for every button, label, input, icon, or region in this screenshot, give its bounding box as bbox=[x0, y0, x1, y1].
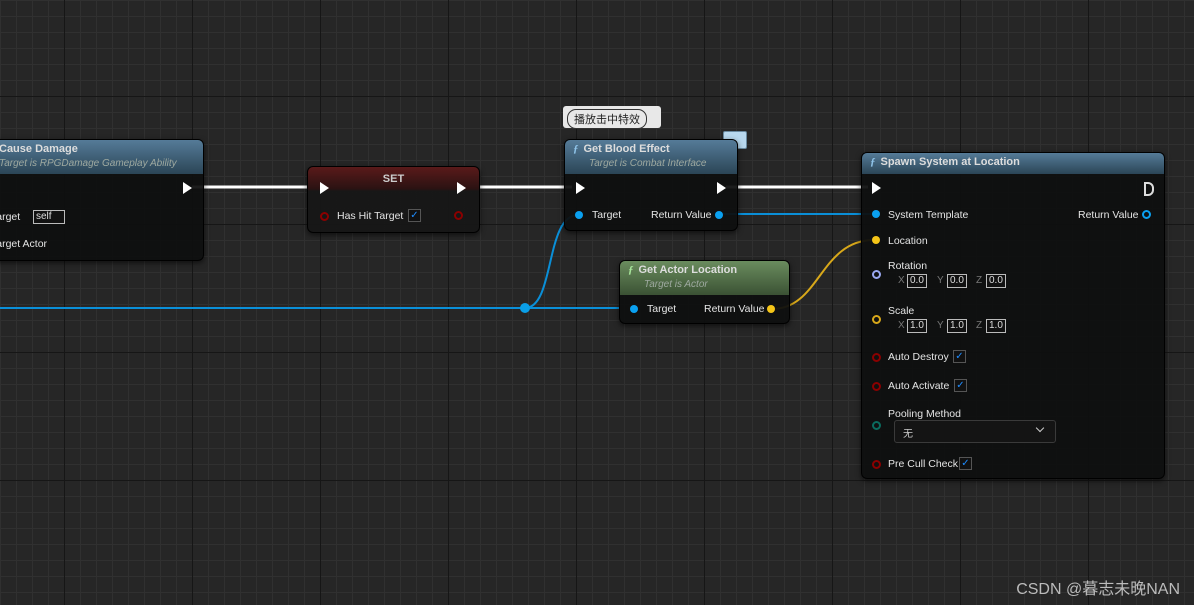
x-axis-label: X bbox=[898, 320, 905, 331]
get-blood-effect-node[interactable]: ƒ Get Blood Effect Target is Combat Inter… bbox=[564, 139, 738, 231]
exec-out-pin[interactable] bbox=[717, 182, 726, 194]
scale-y-field[interactable]: 1.0 bbox=[947, 319, 967, 333]
function-icon: ƒ bbox=[870, 156, 876, 168]
pooling-method-pin[interactable] bbox=[872, 421, 881, 430]
spawn-system-header[interactable]: ƒ Spawn System at Location bbox=[862, 153, 1164, 174]
exec-in-pin[interactable] bbox=[320, 182, 329, 194]
target-self-field[interactable]: self bbox=[33, 210, 65, 224]
cause-damage-node[interactable]: Cause Damage Target is RPGDamage Gamepla… bbox=[0, 139, 204, 261]
node-subtitle: Target is Actor bbox=[644, 279, 708, 290]
has-hit-target-label: Has Hit Target bbox=[337, 210, 404, 222]
scale-x-field[interactable]: 1.0 bbox=[907, 319, 927, 333]
z-axis-label: Z bbox=[976, 275, 983, 286]
rotation-pin[interactable] bbox=[872, 270, 881, 279]
rotation-z-field[interactable]: 0.0 bbox=[986, 274, 1006, 288]
return-value-label: Return Value bbox=[704, 303, 765, 315]
system-template-pin[interactable] bbox=[872, 210, 880, 218]
auto-activate-label: Auto Activate bbox=[888, 380, 950, 392]
node-subtitle: Target is Combat Interface bbox=[589, 158, 707, 169]
return-value-label: Return Value bbox=[651, 209, 712, 221]
node-title: Get Actor Location bbox=[638, 264, 738, 276]
has-hit-target-checkbox[interactable]: ✓ bbox=[408, 209, 421, 222]
pooling-method-value: 无 bbox=[903, 429, 913, 440]
comment-text: 播放击中特效 bbox=[567, 109, 647, 129]
exec-out-pin[interactable] bbox=[457, 182, 466, 194]
rotation-y-field[interactable]: 0.0 bbox=[947, 274, 967, 288]
target-actor-label: Target Actor bbox=[0, 238, 48, 250]
get-blood-effect-header[interactable]: ƒ Get Blood Effect Target is Combat Inter… bbox=[565, 140, 737, 174]
reroute-knot bbox=[520, 303, 530, 313]
get-actor-location-node[interactable]: ƒ Get Actor Location Target is Actor Targ… bbox=[619, 260, 790, 324]
return-value-label: Return Value bbox=[1078, 209, 1139, 221]
watermark: CSDN @暮志未晚NAN bbox=[1016, 581, 1180, 598]
target-pin[interactable] bbox=[630, 305, 638, 313]
target-label: Target bbox=[592, 209, 622, 221]
scale-label: Scale bbox=[888, 305, 915, 317]
target-label: Target bbox=[0, 211, 21, 223]
y-axis-label: Y bbox=[937, 320, 944, 331]
target-pin[interactable] bbox=[575, 211, 583, 219]
pooling-method-dropdown[interactable]: 无 bbox=[894, 420, 1056, 443]
rotation-label: Rotation bbox=[888, 260, 928, 272]
system-template-label: System Template bbox=[888, 209, 969, 221]
chevron-down-icon bbox=[1035, 423, 1045, 433]
location-pin[interactable] bbox=[872, 236, 880, 244]
function-icon: ƒ bbox=[628, 264, 634, 276]
return-value-pin[interactable] bbox=[715, 211, 723, 219]
auto-activate-pin[interactable] bbox=[872, 382, 881, 391]
cause-damage-header[interactable]: Cause Damage Target is RPGDamage Gamepla… bbox=[0, 140, 203, 174]
function-icon: ƒ bbox=[573, 143, 579, 155]
node-subtitle: Target is RPGDamage Gameplay Ability bbox=[0, 158, 177, 169]
exec-in-pin[interactable] bbox=[576, 182, 585, 194]
set-title: SET bbox=[382, 173, 405, 185]
x-axis-label: X bbox=[898, 275, 905, 286]
location-label: Location bbox=[888, 235, 928, 247]
auto-destroy-pin[interactable] bbox=[872, 353, 881, 362]
return-value-pin[interactable] bbox=[767, 305, 775, 313]
node-title: Cause Damage bbox=[0, 143, 78, 155]
bool-out-pin[interactable] bbox=[454, 211, 463, 220]
auto-activate-checkbox[interactable]: ✓ bbox=[954, 379, 967, 392]
exec-out-pin[interactable] bbox=[1144, 182, 1154, 196]
exec-in-pin[interactable] bbox=[872, 182, 881, 194]
comment-bubble[interactable]: 播放击中特效 bbox=[563, 106, 661, 129]
pre-cull-check-pin[interactable] bbox=[872, 460, 881, 469]
scale-z-field[interactable]: 1.0 bbox=[986, 319, 1006, 333]
y-axis-label: Y bbox=[937, 275, 944, 286]
exec-out-pin[interactable] bbox=[183, 182, 192, 194]
auto-destroy-label: Auto Destroy bbox=[888, 351, 949, 363]
target-label: Target bbox=[647, 303, 677, 315]
node-title: Spawn System at Location bbox=[880, 156, 1020, 168]
spawn-system-node[interactable]: ƒ Spawn System at Location System Templat… bbox=[861, 152, 1165, 479]
z-axis-label: Z bbox=[976, 320, 983, 331]
get-actor-location-header[interactable]: ƒ Get Actor Location Target is Actor bbox=[620, 261, 789, 295]
bool-in-pin[interactable] bbox=[320, 212, 329, 221]
return-value-pin[interactable] bbox=[1142, 210, 1151, 219]
scale-pin[interactable] bbox=[872, 315, 881, 324]
rotation-x-field[interactable]: 0.0 bbox=[907, 274, 927, 288]
auto-destroy-checkbox[interactable]: ✓ bbox=[953, 350, 966, 363]
node-title: Get Blood Effect bbox=[583, 143, 670, 155]
pre-cull-check-checkbox[interactable]: ✓ bbox=[959, 457, 972, 470]
pooling-method-label: Pooling Method bbox=[888, 408, 961, 420]
pre-cull-check-label: Pre Cull Check bbox=[888, 458, 959, 470]
set-node[interactable]: SET Has Hit Target ✓ bbox=[307, 166, 480, 233]
